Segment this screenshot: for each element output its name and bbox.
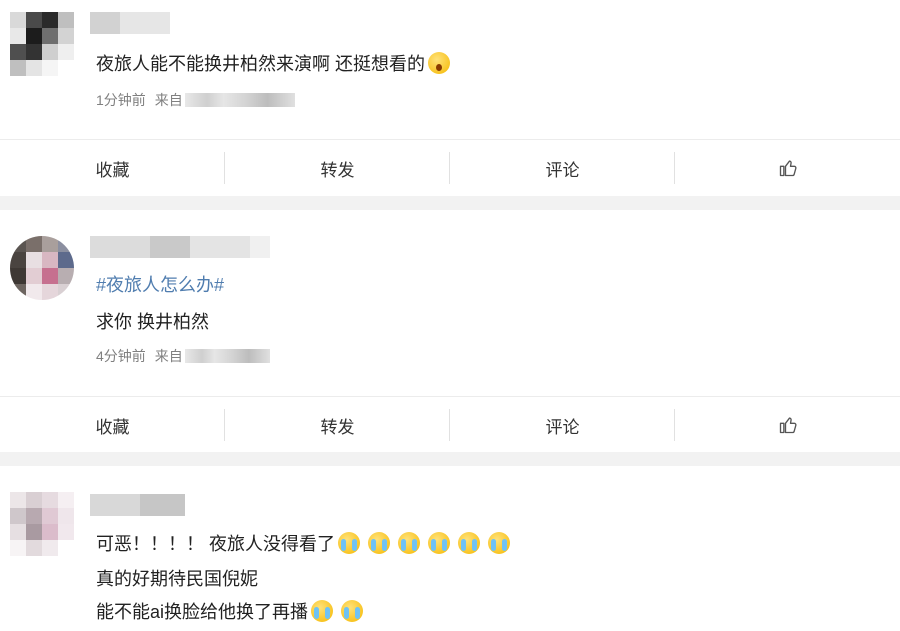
like-button[interactable]: [675, 140, 900, 196]
avatar[interactable]: [10, 236, 74, 300]
crying-face-emoji-icon: [338, 532, 360, 554]
favorite-button[interactable]: 收藏: [0, 140, 225, 196]
timestamp: 4分钟前: [96, 348, 146, 364]
post-card-1: 夜旅人能不能换井柏然来演啊 还挺想看的 1分钟前 来自 收藏 转发 评论: [0, 0, 900, 196]
shocked-face-emoji-icon: [428, 52, 450, 74]
repost-button[interactable]: 转发: [225, 140, 450, 196]
crying-face-emoji-icon: [398, 532, 420, 554]
source-label: 来自: [154, 92, 183, 108]
crying-face-emoji-icon: [488, 532, 510, 554]
post-meta: 1分钟前 来自: [96, 90, 295, 110]
crying-face-emoji-icon: [428, 532, 450, 554]
avatar[interactable]: [10, 492, 74, 556]
post-text-line-1: 可恶！！！！ 夜旅人没得看了: [96, 532, 510, 556]
repost-button[interactable]: 转发: [225, 397, 450, 453]
post-meta: 4分钟前 来自: [96, 346, 270, 366]
timestamp: 1分钟前: [96, 92, 146, 108]
comment-button[interactable]: 评论: [450, 397, 675, 453]
action-bar: 收藏 转发 评论: [0, 139, 900, 196]
card-separator: [0, 452, 900, 466]
comment-button[interactable]: 评论: [450, 140, 675, 196]
post-text-line-3: 能不能ai换脸给他换了再播: [96, 600, 364, 624]
post-card-2: #夜旅人怎么办# 求你 换井柏然 4分钟前 来自 收藏 转发 评论: [0, 210, 900, 452]
username-blurred[interactable]: [90, 236, 270, 258]
post-text: 求你 换井柏然: [96, 312, 210, 332]
post-text: 夜旅人能不能换井柏然来演啊 还挺想看的: [96, 52, 450, 76]
favorite-button[interactable]: 收藏: [0, 397, 225, 453]
crying-face-emoji-icon: [311, 600, 334, 622]
card-separator: [0, 196, 900, 210]
post-text-line-2: 真的好期待民国倪妮: [96, 569, 258, 589]
post-hashtag-line: #夜旅人怎么办#: [96, 273, 224, 297]
post-card-3: 可恶！！！！ 夜旅人没得看了 真的好期待民国倪妮 能不能ai换脸给他换了再播: [0, 466, 900, 631]
source-blurred[interactable]: [184, 93, 295, 107]
crying-face-emoji-icon: [341, 600, 364, 622]
like-button[interactable]: [675, 397, 900, 453]
thumbs-up-icon: [779, 417, 797, 434]
username-blurred[interactable]: [90, 12, 170, 34]
source-label: 来自: [154, 348, 183, 364]
source-blurred[interactable]: [184, 349, 270, 363]
action-bar: 收藏 转发 评论: [0, 396, 900, 453]
crying-face-emoji-icon: [458, 532, 480, 554]
username-blurred[interactable]: [90, 494, 185, 516]
avatar[interactable]: [10, 12, 74, 76]
crying-face-emoji-icon: [368, 532, 390, 554]
thumbs-up-icon: [779, 160, 797, 177]
hashtag-link[interactable]: #夜旅人怎么办#: [96, 275, 224, 295]
